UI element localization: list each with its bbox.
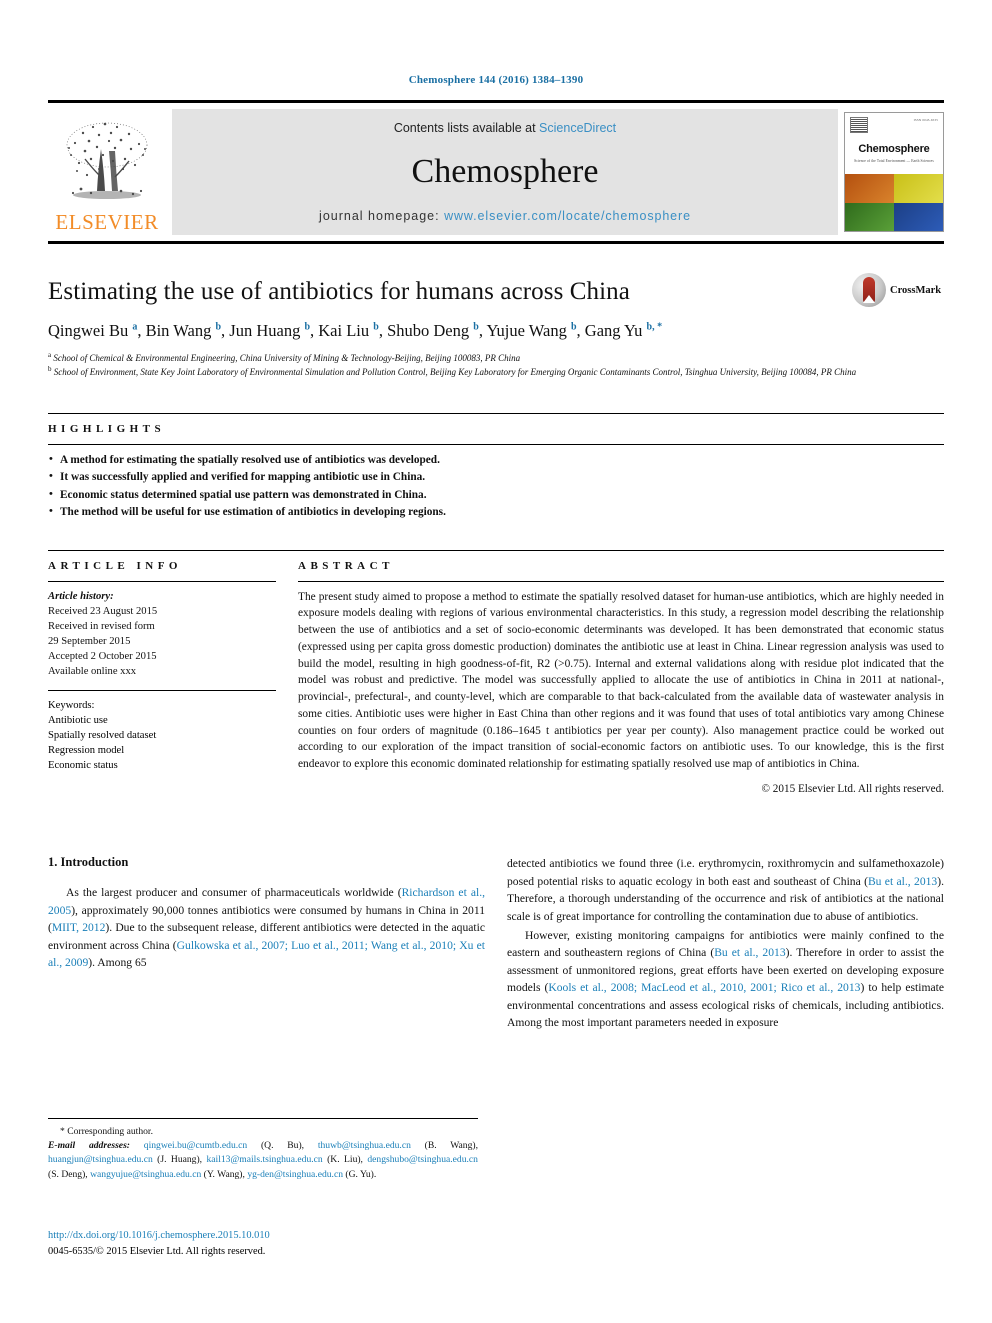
history-line: Accepted 2 October 2015 — [48, 650, 157, 662]
doi-link[interactable]: http://dx.doi.org/10.1016/j.chemosphere.… — [48, 1228, 270, 1244]
journal-homepage: journal homepage: www.elsevier.com/locat… — [319, 209, 691, 223]
journal-banner: Contents lists available at ScienceDirec… — [172, 109, 838, 235]
highlights-label: HIGHLIGHTS — [48, 422, 166, 435]
issn-copyright-line: 0045-6535/© 2015 Elsevier Ltd. All right… — [48, 1245, 266, 1257]
keywords-label: Keywords: — [48, 699, 95, 711]
keyword-item: Economic status — [48, 759, 118, 771]
article-history-label: Article history: — [48, 590, 114, 602]
journal-title: Chemosphere — [411, 153, 599, 190]
affiliation-marker-b: b — [48, 364, 52, 373]
sciencedirect-link[interactable]: ScienceDirect — [539, 121, 616, 135]
doi-block: http://dx.doi.org/10.1016/j.chemosphere.… — [48, 1228, 270, 1259]
body-column-left: 1. Introduction As the largest producer … — [48, 855, 485, 1033]
cover-quadrant-orange — [845, 174, 894, 203]
cover-elsevier-mark-icon — [850, 117, 868, 133]
intro-paragraph-left: As the largest producer and consumer of … — [48, 886, 486, 969]
email-addresses-label: E-mail addresses: — [48, 1140, 130, 1152]
list-item: It was successfully applied and verified… — [48, 468, 944, 487]
cover-image-grid — [845, 174, 943, 231]
homepage-url-link[interactable]: www.elsevier.com/locate/chemosphere — [444, 209, 691, 223]
elsevier-tree-icon — [55, 115, 159, 211]
abstract-text: The present study aimed to propose a met… — [298, 580, 945, 798]
running-head: Chemosphere 144 (2016) 1384–1390 — [408, 74, 584, 86]
author-list: Qingwei Bu a, Bin Wang b, Jun Huang b, K… — [48, 320, 663, 340]
body-columns: 1. Introduction As the largest producer … — [48, 855, 944, 1033]
section-heading-introduction: 1. Introduction — [48, 855, 129, 870]
history-line: Received 23 August 2015 — [48, 605, 158, 617]
crossmark-label: CrossMark — [890, 284, 942, 296]
cover-corner-text: ISSN 0045-6535 — [913, 118, 938, 122]
abstract-column: ABSTRACT The present study aimed to prop… — [298, 560, 944, 798]
cover-journal-title: Chemosphere — [858, 143, 930, 155]
abstract-copyright: © 2015 Elsevier Ltd. All rights reserved… — [761, 782, 945, 795]
homepage-prefix: journal homepage: — [319, 209, 445, 223]
history-line: Received in revised form — [48, 620, 155, 632]
cover-journal-subtitle: Science of the Total Environment — Earth… — [854, 159, 934, 163]
crossmark-icon — [852, 273, 886, 307]
email-addresses-note: E-mail addresses: qingwei.bu@cumtb.edu.c… — [48, 1139, 478, 1182]
cover-top-area: ISSN 0045-6535 Chemosphere Science of th… — [845, 113, 943, 175]
highlights-section: HIGHLIGHTS A method for estimating the s… — [48, 412, 944, 522]
list-item: Economic status determined spatial use p… — [48, 486, 944, 505]
history-line: Available online xxx — [48, 665, 137, 677]
history-line: 29 September 2015 — [48, 635, 131, 647]
article-history-block: Article history: Received 23 August 2015… — [48, 580, 276, 679]
cover-quadrant-green — [845, 202, 894, 231]
body-column-right: detected antibiotics we found three (i.e… — [507, 855, 944, 1033]
footnote-block: * Corresponding author. E-mail addresses… — [48, 1118, 478, 1182]
journal-cover-thumbnail: ISSN 0045-6535 Chemosphere Science of th… — [844, 112, 944, 232]
info-abstract-section: ARTICLE INFO Article history: Received 2… — [48, 549, 944, 798]
highlights-list: A method for estimating the spatially re… — [48, 443, 944, 522]
elsevier-wordmark: ELSEVIER — [55, 210, 159, 234]
affiliation-a-text: School of Chemical & Environmental Engin… — [53, 353, 521, 364]
journal-header: ELSEVIER Contents lists available at Sci… — [48, 100, 944, 244]
list-item: The method will be useful for use estima… — [48, 503, 944, 522]
cover-quadrant-blue — [894, 202, 943, 231]
affiliation-b-text: School of Environment, State Key Joint L… — [53, 366, 857, 377]
contents-line: Contents lists available at ScienceDirec… — [394, 121, 616, 135]
paper-page: Chemosphere 144 (2016) 1384–1390 ELSEVIE… — [0, 0, 992, 1323]
abstract-label: ABSTRACT — [298, 559, 394, 572]
elsevier-logo: ELSEVIER — [48, 109, 166, 235]
cover-quadrant-yellow — [894, 174, 943, 203]
affiliation-b: b School of Environment, State Key Joint… — [48, 365, 944, 379]
article-info-column: ARTICLE INFO Article history: Received 2… — [48, 560, 276, 798]
corresponding-author-note: * Corresponding author. — [60, 1126, 153, 1137]
keyword-item: Regression model — [48, 744, 125, 756]
title-block: CrossMark Estimating the use of antibiot… — [48, 273, 944, 379]
list-item: A method for estimating the spatially re… — [48, 451, 944, 470]
affiliation-marker-a: a — [48, 351, 52, 360]
intro-paragraph-right-2: However, existing monitoring campaigns f… — [507, 929, 944, 1029]
article-info-label: ARTICLE INFO — [48, 559, 182, 572]
abstract-paragraph: The present study aimed to propose a met… — [298, 590, 944, 771]
keywords-block: Keywords: Antibiotic use Spatially resol… — [48, 689, 276, 773]
intro-paragraph-right-1: detected antibiotics we found three (i.e… — [507, 857, 944, 923]
contents-prefix: Contents lists available at — [393, 121, 540, 135]
keyword-item: Spatially resolved dataset — [48, 729, 157, 741]
crossmark-badge[interactable]: CrossMark — [852, 270, 944, 310]
keyword-item: Antibiotic use — [48, 714, 108, 726]
page-title: Estimating the use of antibiotics for hu… — [48, 278, 630, 305]
affiliation-a: a School of Chemical & Environmental Eng… — [48, 351, 944, 365]
